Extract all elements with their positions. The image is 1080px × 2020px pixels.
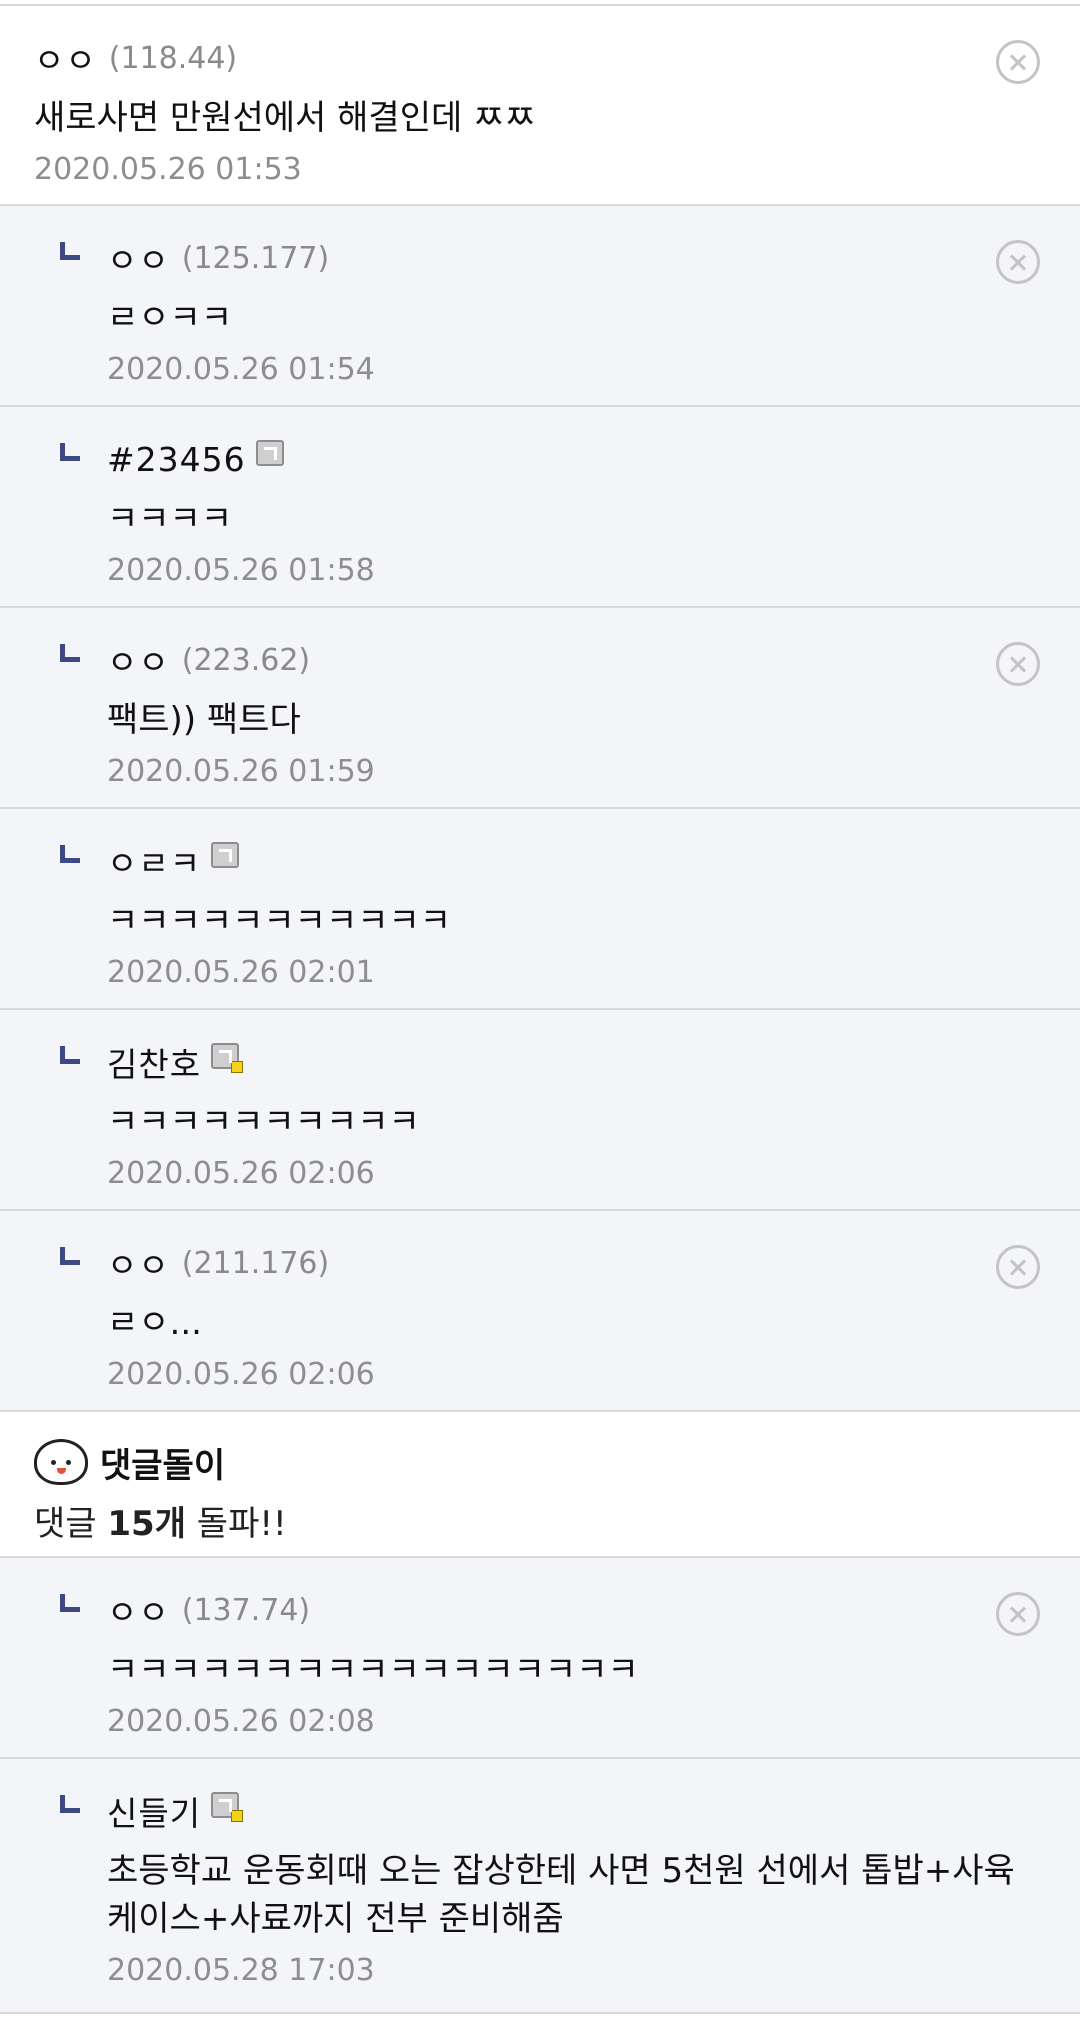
comment-date: 2020.05.26 02:06: [107, 1156, 375, 1191]
comment-date: 2020.05.26 01:53: [34, 152, 302, 187]
comment-bot-notice: 댓글돌이 댓글 15개 돌파!!: [0, 1412, 1080, 1558]
comment-text: ㄹㅇㅋㅋ: [107, 298, 233, 338]
comment-ip: (125.177): [181, 240, 330, 276]
bot-name: 댓글돌이: [100, 1445, 226, 1486]
reply-arrow-icon: [60, 845, 80, 863]
comment-text: ㅋㅋㅋㅋㅋㅋㅋㅋㅋㅋㅋㅋㅋㅋㅋㅋㅋ: [107, 1650, 639, 1690]
delete-circle-x-icon[interactable]: [996, 642, 1040, 686]
comment-date: 2020.05.26 02:06: [107, 1357, 375, 1392]
member-badge-icon: [211, 842, 240, 868]
comment-text: ㄹㅇ...: [107, 1303, 202, 1343]
comment-text: 새로사면 만원선에서 해결인데 ㅉㅉ: [34, 98, 536, 138]
reply-arrow-icon: [60, 1594, 80, 1612]
comment-nick[interactable]: ㅇㅇ: [107, 636, 170, 684]
comment-nick[interactable]: ㅇㅇ: [34, 34, 97, 82]
reply-comment: ㅇㅇ (137.74) ㅋㅋㅋㅋㅋㅋㅋㅋㅋㅋㅋㅋㅋㅋㅋㅋㅋ 2020.05.26…: [0, 1558, 1080, 1759]
reply-arrow-icon: [60, 1247, 80, 1265]
comment-ip: (137.74): [181, 1592, 311, 1628]
comment-nick[interactable]: ㅇㅇ: [107, 1586, 170, 1634]
comment-date: 2020.05.26 02:01: [107, 955, 375, 990]
dumpling-bot-icon: [34, 1439, 88, 1485]
delete-circle-x-icon[interactable]: [996, 240, 1040, 284]
reply-arrow-icon: [60, 1046, 80, 1064]
comment-date: 2020.05.26 01:59: [107, 754, 375, 789]
comment-text: 초등학교 운동회때 오는 잡상한테 사면 5천원 선에서 톱밥+사육 케이스+사…: [107, 1851, 1015, 1939]
comment-date: 2020.05.28 17:03: [107, 1953, 375, 1988]
reply-arrow-icon: [60, 1795, 80, 1813]
comment-nick[interactable]: #23456: [107, 440, 246, 479]
comment-ip: (211.176): [181, 1245, 330, 1281]
comment-text: ㅋㅋㅋㅋㅋㅋㅋㅋㅋㅋ: [107, 1102, 420, 1142]
reply-comment: ㅇㅇ (211.176) ㄹㅇ... 2020.05.26 02:06: [0, 1211, 1080, 1412]
comment-ip: (223.62): [181, 642, 311, 678]
comment-nick[interactable]: 김찬호: [107, 1038, 201, 1086]
comment-nick[interactable]: ㅇㄹㅋ: [107, 837, 201, 885]
reply-comment: ㅇㅇ (125.177) ㄹㅇㅋㅋ 2020.05.26 01:54: [0, 206, 1080, 407]
reply-arrow-icon: [60, 443, 80, 461]
member-badge-icon: [255, 440, 284, 466]
delete-circle-x-icon[interactable]: [996, 1592, 1040, 1636]
bot-message: 댓글 15개 돌파!!: [34, 1504, 287, 1544]
comment-date: 2020.05.26 02:08: [107, 1704, 375, 1739]
comment-nick[interactable]: ㅇㅇ: [107, 1239, 170, 1287]
reply-comment: 김찬호 ㅋㅋㅋㅋㅋㅋㅋㅋㅋㅋ 2020.05.26 02:06: [0, 1010, 1080, 1211]
fixed-member-badge-icon: [211, 1792, 244, 1822]
comment-date: 2020.05.26 01:58: [107, 553, 375, 588]
reply-arrow-icon: [60, 644, 80, 662]
comment-text: ㅋㅋㅋㅋ: [107, 499, 233, 539]
comment: ㅇㅇ (118.44) 새로사면 만원선에서 해결인데 ㅉㅉ 2020.05.2…: [0, 6, 1080, 206]
delete-circle-x-icon[interactable]: [996, 40, 1040, 84]
comment-ip: (118.44): [108, 40, 238, 76]
reply-comment: 신들기 초등학교 운동회때 오는 잡상한테 사면 5천원 선에서 톱밥+사육 케…: [0, 1759, 1080, 2014]
comment-text: ㅋㅋㅋㅋㅋㅋㅋㅋㅋㅋㅋ: [107, 901, 452, 941]
reply-arrow-icon: [60, 242, 80, 260]
comment-nick[interactable]: 신들기: [107, 1787, 201, 1835]
reply-comment: ㅇㅇ (223.62) 팩트)) 팩트다 2020.05.26 01:59: [0, 608, 1080, 809]
delete-circle-x-icon[interactable]: [996, 1245, 1040, 1289]
comment-date: 2020.05.26 01:54: [107, 352, 375, 387]
comment-nick[interactable]: ㅇㅇ: [107, 234, 170, 282]
reply-comment: ㅇㄹㅋ ㅋㅋㅋㅋㅋㅋㅋㅋㅋㅋㅋ 2020.05.26 02:01: [0, 809, 1080, 1010]
fixed-member-badge-icon: [211, 1043, 244, 1073]
reply-comment: #23456 ㅋㅋㅋㅋ 2020.05.26 01:58: [0, 407, 1080, 608]
comment-text: 팩트)) 팩트다: [107, 700, 301, 740]
